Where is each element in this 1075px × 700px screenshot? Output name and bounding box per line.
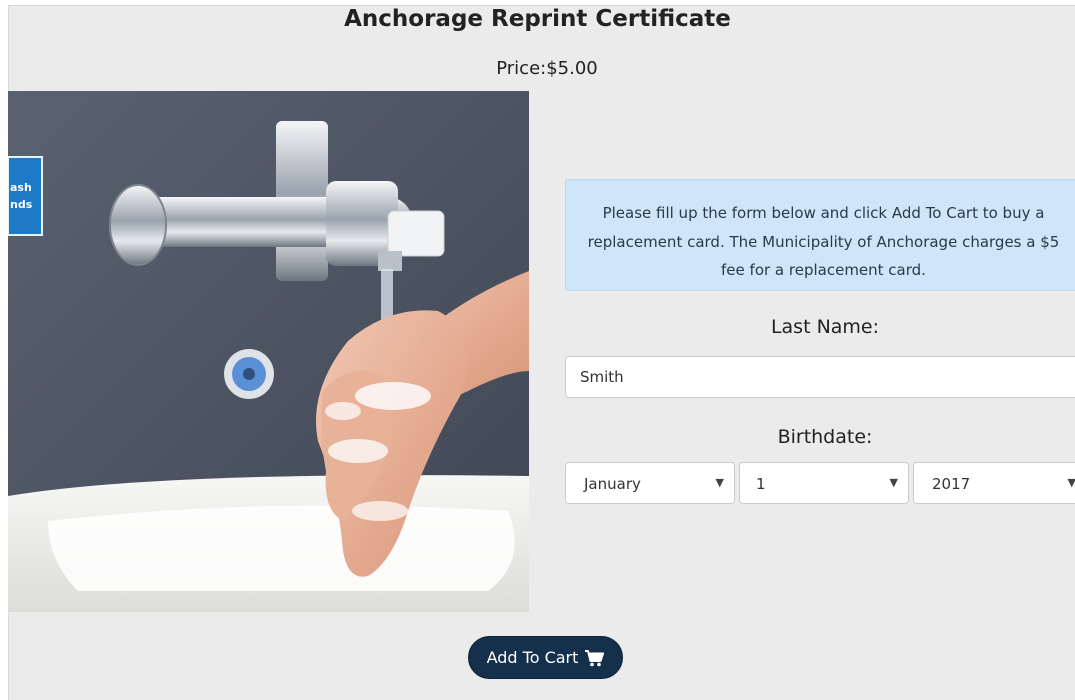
month-value: January [584,475,641,493]
sign-text-1: ash [10,181,32,194]
sign-text-2: nds [10,198,33,211]
add-to-cart-label: Add To Cart [486,648,579,667]
page-title: Anchorage Reprint Certificate [344,6,731,32]
product-image: ash nds [8,91,529,612]
year-select[interactable]: 2017 ▼ [913,462,1075,504]
add-to-cart-button[interactable]: Add To Cart [468,636,623,679]
birthdate-label: Birthdate: [777,426,873,448]
shopping-cart-icon [584,649,605,667]
chevron-down-icon: ▼ [1067,476,1075,489]
chevron-down-icon: ▼ [715,476,724,489]
last-name-input[interactable] [565,356,1075,398]
price-label: Price:$5.00 [496,58,598,79]
chevron-down-icon: ▼ [889,476,898,489]
last-name-label: Last Name: [770,316,880,338]
day-value: 1 [756,475,766,493]
month-select[interactable]: January ▼ [565,462,735,504]
info-alert: Please fill up the form below and click … [565,179,1075,291]
year-value: 2017 [932,475,971,493]
day-select[interactable]: 1 ▼ [739,462,909,504]
